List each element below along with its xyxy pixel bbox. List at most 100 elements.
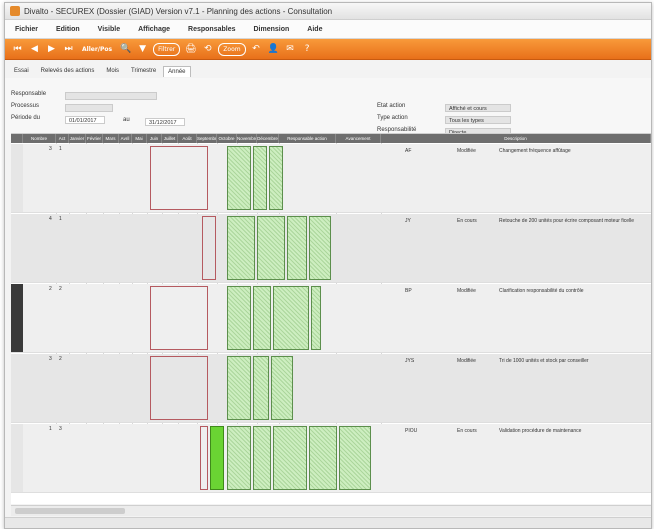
progress-period-bar[interactable]	[311, 286, 321, 350]
tab-essai[interactable]: Essai	[9, 65, 34, 77]
progress-period-bar[interactable]	[271, 356, 293, 420]
row-selector[interactable]	[11, 424, 23, 492]
table-row[interactable]	[11, 284, 651, 353]
first-record-icon[interactable]: ⏮	[11, 42, 24, 56]
au-label: au	[123, 117, 130, 123]
column-header[interactable]: Février	[86, 134, 103, 143]
progress-period-bar[interactable]	[227, 146, 251, 210]
column-header[interactable]: Avril	[119, 134, 132, 143]
toolbar: ⏮ ◀ ▶ ⏭ Aller/Pos 🔍 ▼ Filtrer 🖨 ⟲ Zoom ↶…	[5, 39, 651, 60]
column-header[interactable]: Responsable action	[279, 134, 336, 143]
date-from-field[interactable]: 01/01/2017	[65, 116, 105, 124]
menu-responsables[interactable]: Responsables	[188, 26, 235, 33]
undo-icon[interactable]: ↶	[250, 42, 263, 56]
progress-period-bar[interactable]	[227, 356, 251, 420]
progress-period-bar[interactable]	[253, 146, 267, 210]
tab-releves[interactable]: Relevés des actions	[36, 65, 100, 77]
type-field[interactable]: Tous les types	[445, 116, 511, 124]
title-bar: Divalto - SECUREX (Dossier (GIAD) Versio…	[5, 3, 651, 20]
responsable-field[interactable]	[65, 92, 157, 100]
progress-period-bar[interactable]	[227, 286, 251, 350]
column-header[interactable]: Novembre	[237, 134, 257, 143]
column-header[interactable]: Août	[178, 134, 197, 143]
filter-icon[interactable]: ▼	[136, 42, 149, 56]
menu-visible[interactable]: Visible	[98, 26, 120, 33]
horizontal-scrollbar[interactable]	[11, 505, 651, 516]
last-record-icon[interactable]: ⏭	[62, 42, 75, 56]
progress-period-bar[interactable]	[253, 286, 271, 350]
progress-period-bar[interactable]	[210, 426, 224, 490]
refresh-icon[interactable]: ⟲	[201, 42, 214, 56]
menu-dimension[interactable]: Dimension	[254, 26, 290, 33]
progress-period-bar[interactable]	[227, 426, 251, 490]
responsible-cell: AF	[405, 148, 412, 154]
planned-period-bar[interactable]	[202, 216, 216, 280]
progress-period-bar[interactable]	[339, 426, 371, 490]
planned-period-bar[interactable]	[150, 146, 208, 210]
progress-period-bar[interactable]	[273, 286, 309, 350]
progress-period-bar[interactable]	[309, 216, 331, 280]
search-icon[interactable]: 🔍	[119, 42, 132, 56]
goto-button[interactable]: Aller/Pos	[79, 42, 115, 56]
tab-trimestre[interactable]: Trimestre	[126, 65, 161, 77]
description-cell: Tri de 1000 unités et stock par conseill…	[499, 358, 589, 364]
planned-period-bar[interactable]	[200, 426, 208, 490]
column-header[interactable]: Mai	[132, 134, 147, 143]
progress-period-bar[interactable]	[253, 356, 269, 420]
row-act-number: 1	[59, 146, 62, 152]
table-row[interactable]	[11, 214, 651, 283]
column-header[interactable]: Juillet	[162, 134, 178, 143]
table-row[interactable]	[11, 354, 651, 423]
column-header[interactable]: Octobre	[217, 134, 237, 143]
tab-annee[interactable]: Année	[163, 66, 191, 77]
column-header[interactable]: Avancement	[336, 134, 381, 143]
progress-period-bar[interactable]	[309, 426, 337, 490]
row-number: 3	[49, 146, 52, 152]
progress-period-bar[interactable]	[273, 426, 307, 490]
column-header[interactable]: Janvier	[69, 134, 86, 143]
status-cell: En cours	[457, 218, 477, 224]
etat-field[interactable]: Affiché et cours	[445, 104, 511, 112]
processus-field[interactable]	[65, 104, 113, 112]
scroll-thumb[interactable]	[15, 508, 125, 514]
column-header[interactable]: Septembre	[197, 134, 217, 143]
menu-fichier[interactable]: Fichier	[15, 26, 38, 33]
row-selector[interactable]	[11, 354, 23, 422]
column-header[interactable]: Description	[381, 134, 651, 143]
column-header[interactable]: Nombre	[23, 134, 56, 143]
user-icon[interactable]: 👤	[267, 42, 280, 56]
progress-period-bar[interactable]	[253, 426, 271, 490]
help-icon[interactable]: ?	[301, 42, 314, 56]
menu-aide[interactable]: Aide	[307, 26, 322, 33]
column-header[interactable]: Décembre	[257, 134, 279, 143]
planned-period-bar[interactable]	[150, 286, 208, 350]
tab-mois[interactable]: Mois	[101, 65, 124, 77]
table-row[interactable]	[11, 144, 651, 213]
column-header[interactable]: Juin	[147, 134, 162, 143]
progress-period-bar[interactable]	[269, 146, 283, 210]
column-header[interactable]	[11, 134, 23, 143]
progress-period-bar[interactable]	[257, 216, 285, 280]
planned-period-bar[interactable]	[150, 356, 208, 420]
progress-period-bar[interactable]	[227, 216, 255, 280]
progress-period-bar[interactable]	[287, 216, 307, 280]
row-number: 2	[49, 286, 52, 292]
previous-record-icon[interactable]: ◀	[28, 42, 41, 56]
menu-affichage[interactable]: Affichage	[138, 26, 170, 33]
status-bar	[5, 517, 651, 528]
print-icon[interactable]: 🖨	[184, 42, 197, 56]
menu-edition[interactable]: Edition	[56, 26, 80, 33]
description-cell: Clarification responsabilité du contrôle	[499, 288, 584, 294]
column-header[interactable]: Mars	[103, 134, 119, 143]
column-header[interactable]: Act	[56, 134, 69, 143]
date-to-field[interactable]: 31/12/2017	[145, 118, 185, 126]
responsable-label: Responsable	[11, 91, 47, 97]
application-window: Divalto - SECUREX (Dossier (GIAD) Versio…	[4, 2, 652, 529]
row-selector[interactable]	[11, 284, 23, 352]
mail-icon[interactable]: ✉	[284, 42, 297, 56]
row-selector[interactable]	[11, 144, 23, 212]
row-selector[interactable]	[11, 214, 23, 282]
filter-button[interactable]: Filtrer	[153, 42, 181, 56]
zoom-button[interactable]: Zoom	[218, 42, 246, 56]
next-record-icon[interactable]: ▶	[45, 42, 58, 56]
